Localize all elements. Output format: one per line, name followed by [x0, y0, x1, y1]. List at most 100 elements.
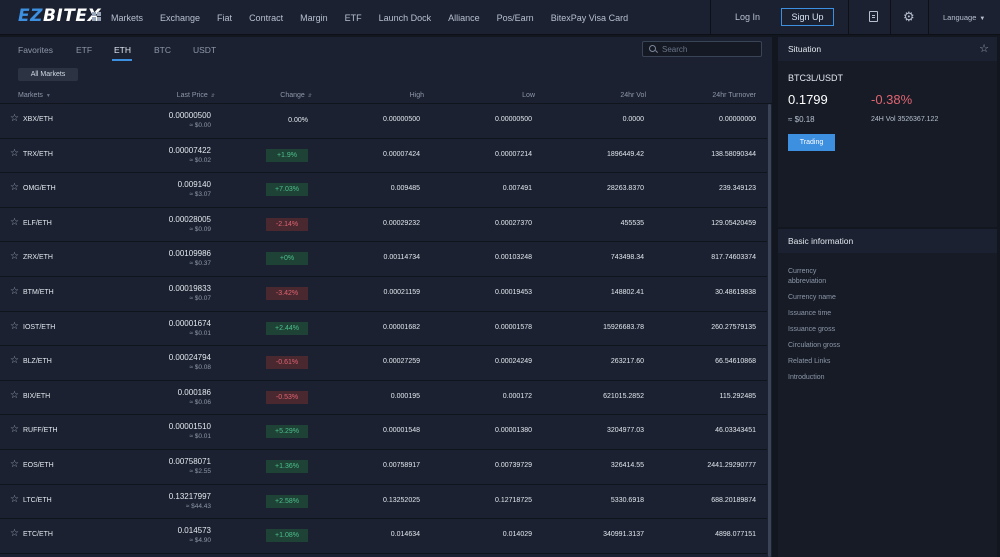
tab-eth[interactable]: ETH	[114, 45, 131, 55]
table-row[interactable]: ☆ TRX/ETH 0.00007422 ≈ $0.02 +1.9% 0.00007424…	[0, 139, 772, 174]
col-markets[interactable]: Markets ▼	[18, 92, 51, 99]
language-selector[interactable]: Language ▼	[943, 13, 985, 22]
24hr-volume: 263217.60	[610, 358, 644, 366]
market-panel: Favorites ETF ETH BTC USDT All Markets M…	[0, 37, 772, 557]
24hr-turnover: 239.349123	[719, 185, 756, 193]
star-icon[interactable]: ☆	[10, 287, 19, 297]
high-price: 0.00000500	[383, 116, 420, 123]
low-price: 0.00103248	[495, 254, 532, 262]
col-last-price-label: Last Price	[176, 92, 208, 99]
table-row[interactable]: ☆ RUFF/ETH 0.00001510 ≈ $0.01 +5.29% 0.000015…	[0, 415, 772, 450]
table-row[interactable]: ☆ BIX/ETH 0.000186 ≈ $0.06 -0.53% 0.000195 0.0…	[0, 381, 772, 416]
nav-markets[interactable]: Markets	[111, 13, 143, 23]
table-row[interactable]: ☆ IOST/ETH 0.00001674 ≈ $0.01 +2.44% 0.000016…	[0, 312, 772, 347]
star-icon[interactable]: ☆	[10, 217, 19, 228]
tab-etf[interactable]: ETF	[76, 45, 92, 55]
change-badge: +2.58%	[266, 494, 308, 508]
star-icon[interactable]: ☆	[10, 148, 19, 159]
star-icon[interactable]: ☆	[10, 321, 19, 332]
table-row[interactable]: ☆ BLZ/ETH 0.00024794 ≈ $0.08 -0.61% 0.0002725…	[0, 346, 772, 381]
situation-title: Situation	[788, 44, 822, 54]
nav-margin[interactable]: Margin	[300, 13, 328, 23]
search-box[interactable]	[642, 41, 762, 57]
star-icon[interactable]: ☆	[10, 114, 19, 124]
24hr-volume: 148802.41	[610, 289, 644, 296]
signup-button[interactable]: Sign Up	[781, 8, 834, 26]
fiat-price: ≈ $0.02	[189, 156, 211, 164]
tab-btc[interactable]: BTC	[154, 45, 171, 55]
login-link[interactable]: Log In	[735, 12, 760, 22]
table-row[interactable]: ☆ EOS/ETH 0.00758071 ≈ $2.55 +1.36% 0.0075891…	[0, 450, 772, 485]
nav-visa-card[interactable]: BitexPay Visa Card	[551, 13, 628, 23]
all-markets-button[interactable]: All Markets	[18, 68, 78, 81]
star-icon[interactable]: ☆	[10, 183, 19, 193]
last-price: 0.00024794	[168, 353, 211, 363]
high-price: 0.00001548	[383, 427, 420, 435]
pair-name: EOS/ETH	[23, 462, 54, 469]
change-badge: +1.9%	[266, 148, 308, 162]
col-change[interactable]: Change ⇵	[280, 92, 312, 99]
search-input[interactable]	[662, 44, 757, 55]
nav-alliance[interactable]: Alliance	[448, 13, 480, 23]
gear-icon[interactable]: ⚙	[903, 10, 915, 23]
24hr-turnover: 688.20189874	[711, 496, 756, 504]
info-currency-abbreviation: Currency abbreviation	[788, 268, 827, 285]
last-price: 0.13217997	[168, 491, 211, 501]
divider	[710, 0, 711, 35]
change-badge: -2.14%	[266, 217, 308, 231]
nav-fiat[interactable]: Fiat	[217, 13, 232, 23]
col-last-price[interactable]: Last Price ⇵	[177, 92, 215, 99]
table-row[interactable]: ☆ ZRX/ETH 0.00109986 ≈ $0.37 +0% 0.00114734 0.…	[0, 242, 772, 277]
nav-pos-earn[interactable]: Pos/Earn	[497, 13, 534, 23]
star-icon[interactable]: ☆	[10, 252, 19, 262]
star-icon[interactable]: ☆	[979, 42, 989, 55]
star-icon[interactable]: ☆	[10, 356, 19, 366]
change-badge: 0.00%	[288, 117, 308, 124]
scrollbar-thumb[interactable]	[768, 104, 771, 557]
24hr-turnover: 30.48619838	[715, 289, 756, 296]
tab-favorites[interactable]: Favorites	[18, 45, 53, 55]
24hr-turnover: 138.58090344	[711, 150, 756, 158]
table-row[interactable]: ☆ OMG/ETH 0.009140 ≈ $3.07 +7.03% 0.009485 0.0…	[0, 173, 772, 208]
last-price: 0.00001510	[168, 422, 211, 432]
table-row[interactable]: ☆ ETC/ETH 0.014573 ≈ $4.90 +1.08% 0.014634 0.0…	[0, 519, 772, 554]
low-price: 0.00007214	[495, 150, 532, 158]
fiat-price: ≈ $44.43	[185, 502, 211, 510]
high-price: 0.00758917	[383, 462, 420, 469]
24hr-turnover: 115.292485	[719, 392, 756, 400]
trading-button[interactable]: Trading	[788, 134, 835, 151]
col-high: High	[409, 92, 424, 99]
last-price: 0.00019833	[168, 284, 211, 293]
nav-etf[interactable]: ETF	[345, 13, 362, 23]
star-icon[interactable]: ☆	[10, 390, 19, 401]
logo-text-a: EZ	[18, 6, 43, 26]
tab-usdt[interactable]: USDT	[193, 45, 216, 55]
nav-launch-dock[interactable]: Launch Dock	[379, 13, 432, 23]
table-row[interactable]: ☆ LTC/ETH 0.13217997 ≈ $44.43 +2.58% 0.132520…	[0, 485, 772, 520]
24hr-volume: 28263.8370	[607, 185, 644, 193]
star-icon[interactable]: ☆	[10, 494, 19, 505]
table-row[interactable]: ☆ XBX/ETH 0.00000500 ≈ $0.00 0.00% 0.00000500…	[0, 104, 772, 139]
star-icon[interactable]: ☆	[10, 529, 19, 539]
chevron-down-icon: ▼	[979, 16, 986, 22]
high-price: 0.00001682	[383, 323, 420, 331]
fiat-price: ≈ $0.08	[189, 364, 211, 372]
high-price: 0.00114734	[383, 254, 420, 262]
high-price: 0.009485	[390, 185, 420, 193]
symbol: BTC3L/USDT	[788, 73, 844, 83]
star-icon[interactable]: ☆	[10, 460, 19, 470]
nav-exchange[interactable]: Exchange	[160, 13, 200, 23]
nav-contract[interactable]: Contract	[249, 13, 283, 23]
info-related-links[interactable]: Related Links	[788, 357, 843, 367]
table-row[interactable]: ☆ BTM/ETH 0.00019833 ≈ $0.07 -3.42% 0.0002115…	[0, 277, 772, 312]
24hr-turnover: 260.27579135	[711, 323, 756, 331]
fiat-price: ≈ $2.55	[189, 468, 211, 475]
low-price: 0.000172	[502, 392, 532, 400]
document-icon[interactable]	[869, 11, 878, 22]
star-icon[interactable]: ☆	[10, 425, 19, 435]
table-row[interactable]: ☆ ELF/ETH 0.00028005 ≈ $0.09 -2.14% 0.0002923…	[0, 208, 772, 243]
apps-grid-icon[interactable]	[92, 12, 101, 21]
low-price: 0.00019453	[495, 289, 532, 296]
logo[interactable]: EZBITEX	[18, 6, 101, 26]
change-badge: -0.61%	[266, 356, 308, 370]
